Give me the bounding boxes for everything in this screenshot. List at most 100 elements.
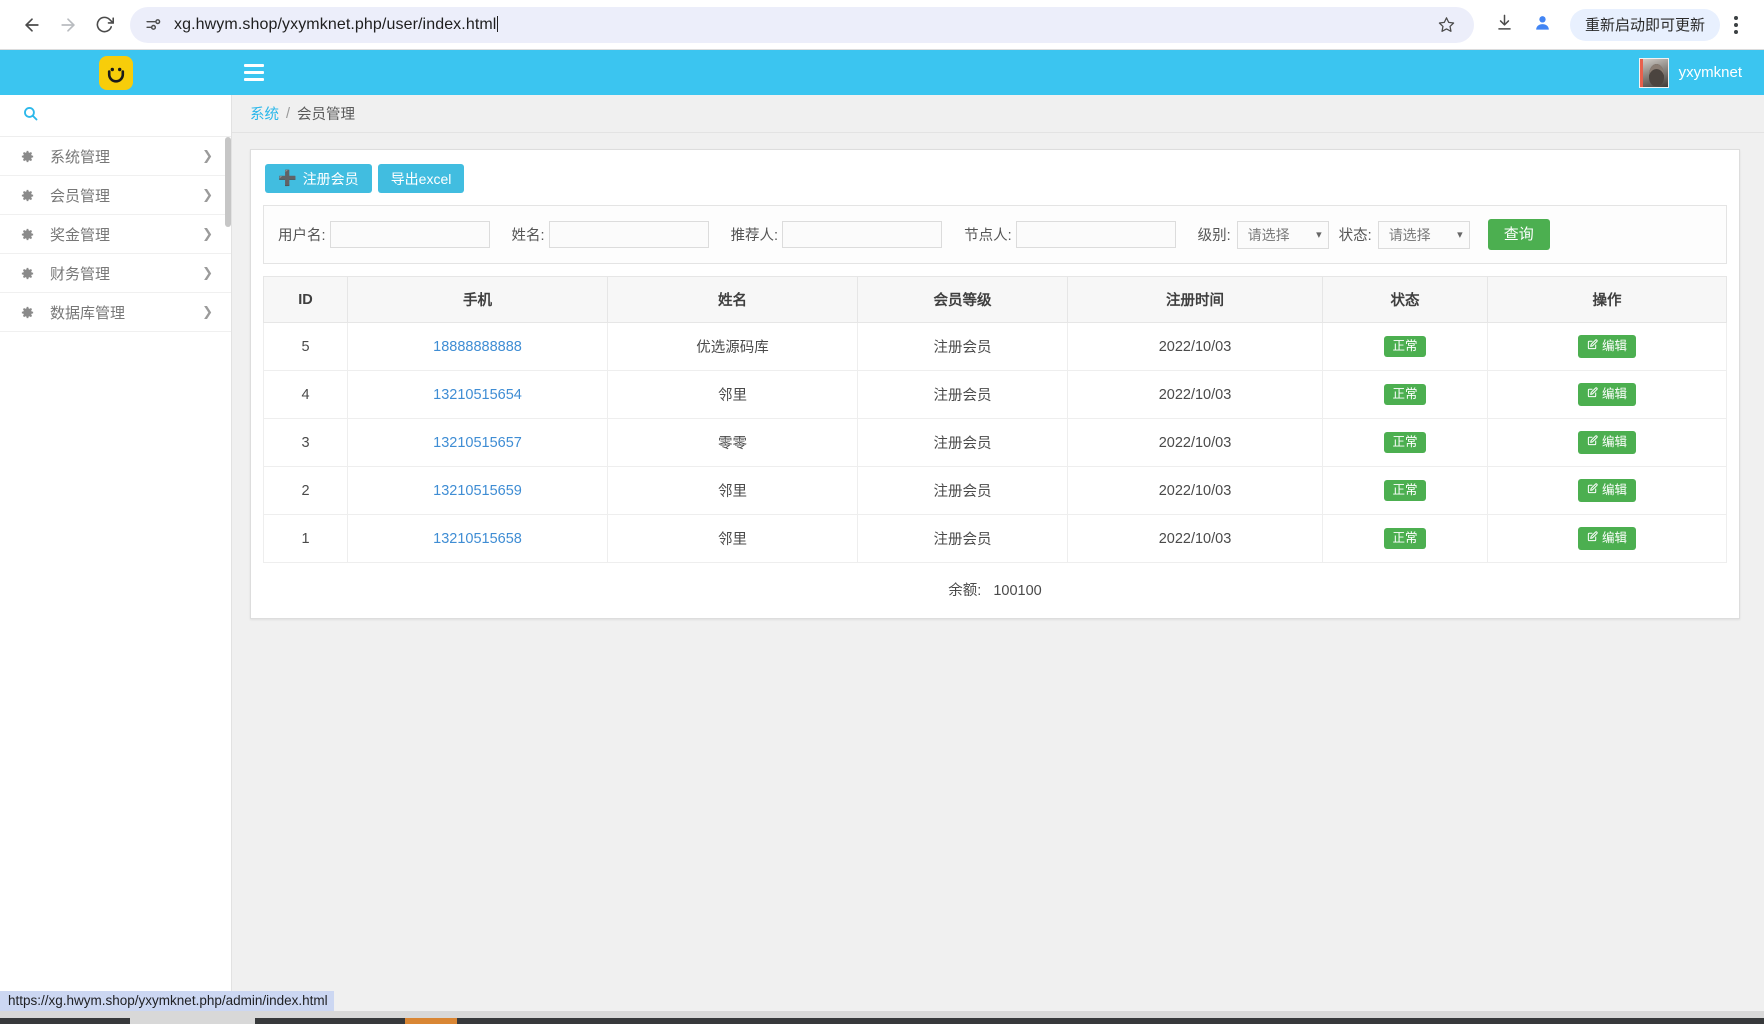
- balance-label: 余额:: [948, 583, 982, 599]
- status-badge: 正常: [1384, 432, 1426, 453]
- sidebar-item-database[interactable]: 数据库管理 ❯: [0, 293, 231, 332]
- name-input[interactable]: [548, 221, 709, 248]
- profile-button[interactable]: [1526, 8, 1560, 42]
- pencil-square-icon: [1587, 435, 1598, 450]
- level-select[interactable]: 请选择 ▾: [1236, 220, 1329, 249]
- table-row: 4 13210515654 邻里 注册会员 2022/10/03 正常 编辑: [263, 370, 1727, 419]
- kebab-dot: [1734, 22, 1738, 27]
- cell-registered: 2022/10/03: [1067, 322, 1323, 371]
- status-select[interactable]: 请选择 ▾: [1377, 220, 1470, 249]
- status-select-value: 请选择: [1388, 226, 1431, 243]
- taskbar-segment[interactable]: [255, 1018, 405, 1024]
- edit-button[interactable]: 编辑: [1577, 431, 1636, 454]
- chevron-down-icon: ▾: [1457, 229, 1463, 241]
- export-excel-button[interactable]: 导出excel: [377, 164, 465, 193]
- pencil-square-icon: [1587, 483, 1598, 498]
- node-label: 节点人:: [964, 228, 1012, 244]
- reload-icon: [95, 15, 114, 34]
- edit-button-label: 编辑: [1601, 435, 1627, 449]
- phone-link[interactable]: 13210515658: [433, 531, 522, 547]
- cell-level: 注册会员: [857, 322, 1068, 371]
- address-bar-text[interactable]: xg.hwym.shop/yxymknet.php/user/index.htm…: [174, 16, 1434, 34]
- edit-button[interactable]: 编辑: [1577, 383, 1636, 406]
- browser-menu-button[interactable]: [1722, 8, 1750, 42]
- sidebar-item-label: 奖金管理: [50, 226, 111, 244]
- cell-id: 2: [263, 466, 348, 515]
- register-member-button[interactable]: ➕ 注册会员: [265, 164, 372, 193]
- node-input[interactable]: [1015, 221, 1176, 248]
- referrer-input[interactable]: [782, 221, 943, 248]
- cell-action: 编辑: [1487, 370, 1727, 419]
- edit-button[interactable]: 编辑: [1577, 527, 1636, 550]
- chevron-right-icon: ❯: [202, 148, 213, 163]
- downloads-button[interactable]: [1488, 8, 1522, 42]
- cell-level: 注册会员: [857, 370, 1068, 419]
- edit-button-label: 编辑: [1601, 339, 1627, 353]
- back-button[interactable]: [14, 7, 50, 43]
- sidebar-item-system[interactable]: 系统管理 ❯: [0, 137, 231, 176]
- sidebar-item-label: 会员管理: [50, 187, 111, 205]
- sidebar-search-button[interactable]: [0, 95, 231, 137]
- sidebar-scrollbar[interactable]: [225, 137, 231, 227]
- edit-button[interactable]: 编辑: [1577, 335, 1636, 358]
- column-header-status: 状态: [1322, 276, 1488, 323]
- balance-value: 100100: [993, 583, 1042, 599]
- level-label: 级别:: [1197, 228, 1231, 244]
- hamburger-icon: [244, 71, 264, 74]
- phone-link[interactable]: 13210515657: [433, 435, 522, 451]
- sidebar-toggle-button[interactable]: [234, 56, 274, 89]
- cell-id: 4: [263, 370, 348, 419]
- cell-name: 邻里: [607, 514, 858, 563]
- bookmark-star-icon[interactable]: [1434, 12, 1460, 38]
- level-select-value: 请选择: [1247, 226, 1290, 243]
- column-header-name: 姓名: [607, 276, 858, 323]
- breadcrumb-root[interactable]: 系统: [250, 103, 279, 124]
- sidebar-item-members[interactable]: 会员管理 ❯: [0, 176, 231, 215]
- plus-icon: ➕: [278, 170, 297, 187]
- update-button[interactable]: 重新启动即可更新: [1569, 8, 1720, 41]
- status-badge: 正常: [1384, 528, 1426, 549]
- edit-button[interactable]: 编辑: [1577, 479, 1636, 502]
- status-badge: 正常: [1384, 336, 1426, 357]
- forward-button[interactable]: [50, 7, 86, 43]
- header-user-area[interactable]: yxymknet: [1638, 50, 1764, 95]
- table-row: 5 18888888888 优选源码库 注册会员 2022/10/03 正常 编…: [263, 322, 1727, 371]
- table-row: 3 13210515657 零零 注册会员 2022/10/03 正常 编辑: [263, 418, 1727, 467]
- username-input[interactable]: [329, 221, 490, 248]
- taskbar-segment[interactable]: [457, 1018, 1764, 1024]
- avatar: [1638, 57, 1669, 88]
- back-arrow-icon: [22, 15, 42, 35]
- phone-link[interactable]: 13210515654: [433, 387, 522, 403]
- taskbar-gap: [130, 1018, 255, 1024]
- username-label: 用户名:: [278, 228, 326, 244]
- cell-level: 注册会员: [857, 466, 1068, 515]
- member-panel: ➕ 注册会员 导出excel 用户名: 姓名: 推荐人: 节点人: 级别: 请选…: [250, 149, 1740, 619]
- cell-phone: 13210515654: [347, 370, 608, 419]
- breadcrumb: 系统 / 会员管理: [232, 95, 1764, 133]
- cell-id: 1: [263, 514, 348, 563]
- reload-button[interactable]: [86, 7, 122, 43]
- phone-link[interactable]: 13210515659: [433, 483, 522, 499]
- cell-name: 零零: [607, 418, 858, 467]
- sidebar: 系统管理 ❯ 会员管理 ❯ 奖金管理 ❯ 财务管理 ❯ 数据库管理 ❯: [0, 95, 232, 1011]
- sidebar-item-bonus[interactable]: 奖金管理 ❯: [0, 215, 231, 254]
- register-member-label: 注册会员: [302, 170, 359, 187]
- profile-avatar-icon: [1533, 13, 1552, 37]
- download-icon: [1495, 13, 1514, 37]
- phone-link[interactable]: 18888888888: [433, 339, 522, 355]
- cell-action: 编辑: [1487, 418, 1727, 467]
- app-logo[interactable]: [0, 50, 232, 95]
- site-settings-icon[interactable]: [142, 14, 164, 36]
- name-label: 姓名:: [511, 228, 545, 244]
- taskbar-segment[interactable]: [0, 1018, 130, 1024]
- cell-status: 正常: [1322, 466, 1488, 515]
- chevron-right-icon: ❯: [202, 187, 213, 202]
- hamburger-icon: [244, 78, 264, 81]
- search-button[interactable]: 查询: [1487, 219, 1550, 250]
- taskbar-active-segment[interactable]: [405, 1018, 457, 1024]
- forward-arrow-icon: [58, 15, 78, 35]
- cell-status: 正常: [1322, 322, 1488, 371]
- gear-icon: [20, 266, 40, 281]
- sidebar-item-finance[interactable]: 财务管理 ❯: [0, 254, 231, 293]
- address-bar[interactable]: xg.hwym.shop/yxymknet.php/user/index.htm…: [130, 6, 1474, 43]
